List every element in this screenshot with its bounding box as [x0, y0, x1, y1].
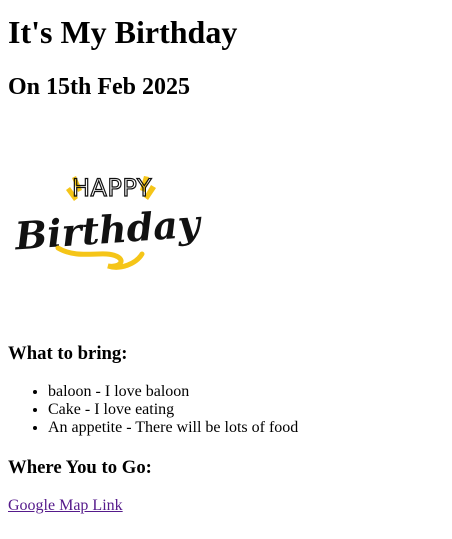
list-item: baloon - I love baloon — [48, 383, 298, 401]
where-heading: Where You to Go: — [8, 457, 152, 478]
happy-text: HAPPY — [72, 174, 152, 202]
bring-list: baloon - I love baloon Cake - I love eat… — [8, 383, 298, 437]
happy-birthday-illustration: HAPPY Birthday — [13, 173, 205, 270]
page-title: It's My Birthday — [8, 14, 238, 50]
happy-birthday-image: HAPPY Birthday — [8, 128, 208, 318]
list-item: Cake - I love eating — [48, 401, 298, 419]
list-item: An appetite - There will be lots of food — [48, 419, 298, 437]
birthday-text: Birthday — [13, 200, 205, 258]
event-date: On 15th Feb 2025 — [8, 74, 191, 100]
google-map-link[interactable]: Google Map Link — [8, 497, 123, 515]
bring-heading: What to bring: — [8, 343, 128, 364]
